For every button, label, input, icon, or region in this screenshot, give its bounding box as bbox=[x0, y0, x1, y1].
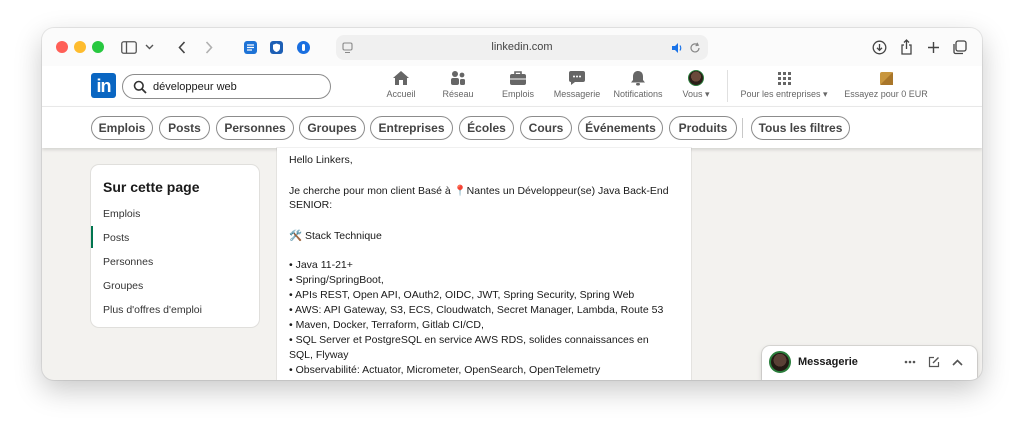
nav-jobs[interactable]: Emplois bbox=[496, 70, 540, 104]
tab-overview-icon[interactable] bbox=[951, 38, 967, 56]
more-options-icon[interactable] bbox=[902, 354, 918, 370]
search-icon bbox=[133, 80, 147, 94]
compose-icon[interactable] bbox=[926, 354, 942, 370]
avatar bbox=[769, 351, 791, 373]
chevron-down-icon[interactable] bbox=[143, 38, 155, 56]
filter-pill-groups[interactable]: Groupes bbox=[299, 116, 365, 140]
nav-label-for-business: Pour les entreprises ▾ bbox=[740, 89, 828, 99]
post-line: • APIs REST, Open API, OAuth2, OIDC, JWT… bbox=[289, 289, 635, 301]
share-icon[interactable] bbox=[898, 38, 914, 56]
post-line: • Java 11-21+ bbox=[289, 259, 353, 271]
minimize-window-button[interactable] bbox=[74, 41, 86, 53]
close-window-button[interactable] bbox=[56, 41, 68, 53]
linkedin-header: in développeur web Accueil Réseau Emploi… bbox=[42, 66, 982, 106]
sidebar-item-people[interactable]: Personnes bbox=[103, 256, 153, 268]
url-text: linkedin.com bbox=[491, 41, 553, 53]
post-line: Je cherche pour mon client Basé à 📍Nante… bbox=[289, 185, 669, 197]
nav-network[interactable]: Réseau bbox=[438, 70, 478, 104]
on-this-page-title: Sur cette page bbox=[103, 179, 200, 195]
filter-pill-events[interactable]: Événements bbox=[578, 116, 663, 140]
messaging-panel[interactable]: Messagerie bbox=[762, 346, 977, 380]
briefcase-icon bbox=[509, 70, 527, 86]
post-line: • SQL Server et PostgreSQL en service AW… bbox=[289, 334, 649, 346]
filter-pill-posts[interactable]: Posts bbox=[159, 116, 210, 140]
forward-icon[interactable] bbox=[202, 38, 216, 56]
nav-label-messaging: Messagerie bbox=[553, 89, 601, 99]
nav-label-home: Accueil bbox=[386, 89, 416, 99]
extension-notes-icon[interactable] bbox=[242, 38, 258, 56]
filter-pill-companies[interactable]: Entreprises bbox=[370, 116, 453, 140]
search-value: développeur web bbox=[153, 81, 237, 93]
browser-window: linkedin.com in développeur web Accueil … bbox=[42, 28, 982, 380]
nav-label-network: Réseau bbox=[442, 89, 474, 99]
search-input[interactable]: développeur web bbox=[122, 74, 331, 99]
post-line: SQL, Flyway bbox=[289, 349, 349, 361]
sidebar-item-posts[interactable]: Posts bbox=[103, 232, 129, 244]
downloads-icon[interactable] bbox=[871, 38, 887, 56]
zoom-window-button[interactable] bbox=[92, 41, 104, 53]
sidebar-item-groups[interactable]: Groupes bbox=[103, 280, 143, 292]
extension-password-icon[interactable] bbox=[295, 38, 311, 56]
active-indicator bbox=[91, 226, 93, 248]
post-line: Hello Linkers, bbox=[289, 154, 353, 166]
address-bar[interactable]: linkedin.com bbox=[336, 35, 708, 60]
nav-me[interactable]: Vous ▾ bbox=[676, 70, 716, 104]
network-icon bbox=[449, 70, 467, 86]
post-line: • Maven, Docker, Terraform, Gitlab CI/CD… bbox=[289, 319, 484, 331]
post-line: • Observabilité: Actuator, Micrometer, O… bbox=[289, 364, 601, 376]
nav-label-notifications: Notifications bbox=[613, 89, 663, 99]
filter-divider bbox=[742, 118, 743, 138]
back-icon[interactable] bbox=[175, 38, 189, 56]
nav-label-jobs: Emplois bbox=[501, 89, 534, 99]
chevron-up-icon[interactable] bbox=[949, 354, 965, 370]
browser-toolbar: linkedin.com bbox=[42, 28, 982, 66]
nav-label-premium: Essayez pour 0 EUR bbox=[844, 89, 928, 99]
filter-pill-schools[interactable]: Écoles bbox=[459, 116, 514, 140]
filter-pill-courses[interactable]: Cours bbox=[520, 116, 572, 140]
extension-shield-icon[interactable] bbox=[268, 38, 284, 56]
me-avatar-wrap bbox=[687, 70, 705, 86]
filter-pill-people[interactable]: Personnes bbox=[216, 116, 294, 140]
new-tab-icon[interactable] bbox=[925, 38, 941, 56]
home-icon bbox=[392, 70, 410, 86]
nav-for-business[interactable]: Pour les entreprises ▾ bbox=[734, 70, 834, 104]
post-line: • Spring/SpringBoot, bbox=[289, 274, 384, 286]
bell-icon bbox=[629, 70, 647, 86]
nav-divider bbox=[727, 70, 728, 102]
post-line: 🛠️ Stack Technique bbox=[289, 230, 382, 242]
post-line: • AWS: API Gateway, S3, ECS, Cloudwatch,… bbox=[289, 304, 664, 316]
post-line: SENIOR: bbox=[289, 199, 333, 211]
filter-pill-products[interactable]: Produits bbox=[669, 116, 737, 140]
audio-playing-icon[interactable] bbox=[671, 41, 684, 59]
avatar bbox=[688, 70, 704, 86]
search-filter-bar: Emplois Posts Personnes Groupes Entrepri… bbox=[42, 106, 982, 148]
nav-label-me: Vous ▾ bbox=[682, 89, 710, 99]
post-card: Hello Linkers, Je cherche pour mon clien… bbox=[277, 148, 691, 380]
linkedin-logo[interactable]: in bbox=[91, 73, 116, 98]
nav-home[interactable]: Accueil bbox=[378, 70, 424, 104]
sidebar-item-more-jobs[interactable]: Plus d'offres d'emploi bbox=[103, 304, 202, 316]
sidebar-item-jobs[interactable]: Emplois bbox=[103, 208, 140, 220]
nav-premium-trial[interactable]: Essayez pour 0 EUR bbox=[841, 70, 931, 104]
grid-icon bbox=[775, 70, 793, 86]
messaging-title: Messagerie bbox=[798, 356, 858, 368]
nav-messaging[interactable]: Messagerie bbox=[550, 70, 604, 104]
sidebar-toggle-icon[interactable] bbox=[120, 38, 138, 56]
on-this-page-card: Sur cette page Emplois Posts Personnes G… bbox=[91, 165, 259, 327]
premium-icon bbox=[877, 70, 895, 86]
reload-icon[interactable] bbox=[689, 41, 701, 59]
all-filters-button[interactable]: Tous les filtres bbox=[751, 116, 850, 140]
nav-notifications[interactable]: Notifications bbox=[610, 70, 666, 104]
filter-pill-jobs[interactable]: Emplois bbox=[91, 116, 153, 140]
messaging-icon bbox=[568, 70, 586, 86]
